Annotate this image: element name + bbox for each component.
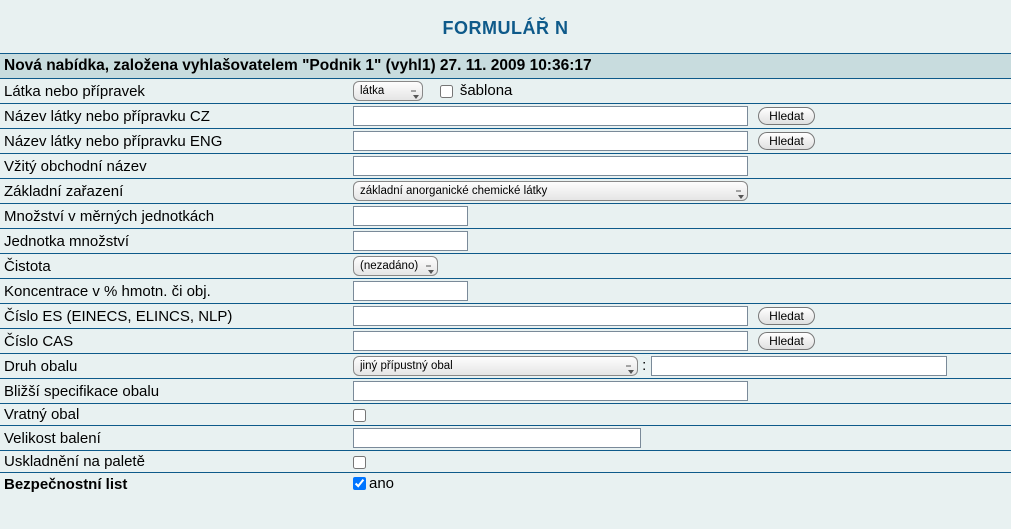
label-pack-size: Velikost balení	[0, 426, 349, 451]
label-name-cz: Název látky nebo přípravku CZ	[0, 104, 349, 129]
pack-size-input[interactable]	[353, 428, 641, 448]
search-name-cz-button[interactable]: Hledat	[758, 107, 815, 125]
es-input[interactable]	[353, 306, 748, 326]
colon-separator: :	[642, 357, 646, 374]
template-checkbox[interactable]	[440, 85, 453, 98]
label-es: Číslo ES (EINECS, ELINCS, NLP)	[0, 304, 349, 329]
page-title: FORMULÁŘ N	[0, 0, 1011, 53]
form-table: Nová nabídka, založena vyhlašovatelem "P…	[0, 53, 1011, 496]
label-classification: Základní zařazení	[0, 179, 349, 204]
purity-select[interactable]: (nezadáno)	[353, 256, 438, 276]
search-name-eng-button[interactable]: Hledat	[758, 132, 815, 150]
search-es-button[interactable]: Hledat	[758, 307, 815, 325]
trade-name-input[interactable]	[353, 156, 748, 176]
cas-input[interactable]	[353, 331, 748, 351]
label-substance: Látka nebo přípravek	[0, 79, 349, 104]
label-safety-sheet: Bezpečnostní list	[0, 473, 349, 497]
pallet-checkbox[interactable]	[353, 456, 366, 469]
label-purity: Čistota	[0, 254, 349, 279]
label-name-eng: Název látky nebo přípravku ENG	[0, 129, 349, 154]
packaging-spec-input[interactable]	[353, 381, 748, 401]
search-cas-button[interactable]: Hledat	[758, 332, 815, 350]
label-returnable: Vratný obal	[0, 404, 349, 426]
classification-select[interactable]: základní anorganické chemické látky	[353, 181, 748, 201]
returnable-checkbox[interactable]	[353, 409, 366, 422]
unit-input[interactable]	[353, 231, 468, 251]
safety-sheet-checkbox[interactable]	[353, 477, 366, 490]
label-pallet: Uskladnění na paletě	[0, 451, 349, 473]
substance-select[interactable]: látka	[353, 81, 423, 101]
concentration-input[interactable]	[353, 281, 468, 301]
label-unit: Jednotka množství	[0, 229, 349, 254]
label-qty: Množství v měrných jednotkách	[0, 204, 349, 229]
template-checkbox-label: šablona	[460, 82, 513, 99]
qty-input[interactable]	[353, 206, 468, 226]
label-cas: Číslo CAS	[0, 329, 349, 354]
name-cz-input[interactable]	[353, 106, 748, 126]
form-header: Nová nabídka, založena vyhlašovatelem "P…	[0, 54, 1011, 79]
label-trade-name: Vžitý obchodní název	[0, 154, 349, 179]
packaging-type-select[interactable]: jiný přípustný obal	[353, 356, 638, 376]
name-eng-input[interactable]	[353, 131, 748, 151]
safety-sheet-yes-label: ano	[369, 475, 394, 492]
label-concentration: Koncentrace v % hmotn. či obj.	[0, 279, 349, 304]
label-packaging-spec: Bližší specifikace obalu	[0, 379, 349, 404]
label-packaging-type: Druh obalu	[0, 354, 349, 379]
packaging-type-other-input[interactable]	[651, 356, 947, 376]
